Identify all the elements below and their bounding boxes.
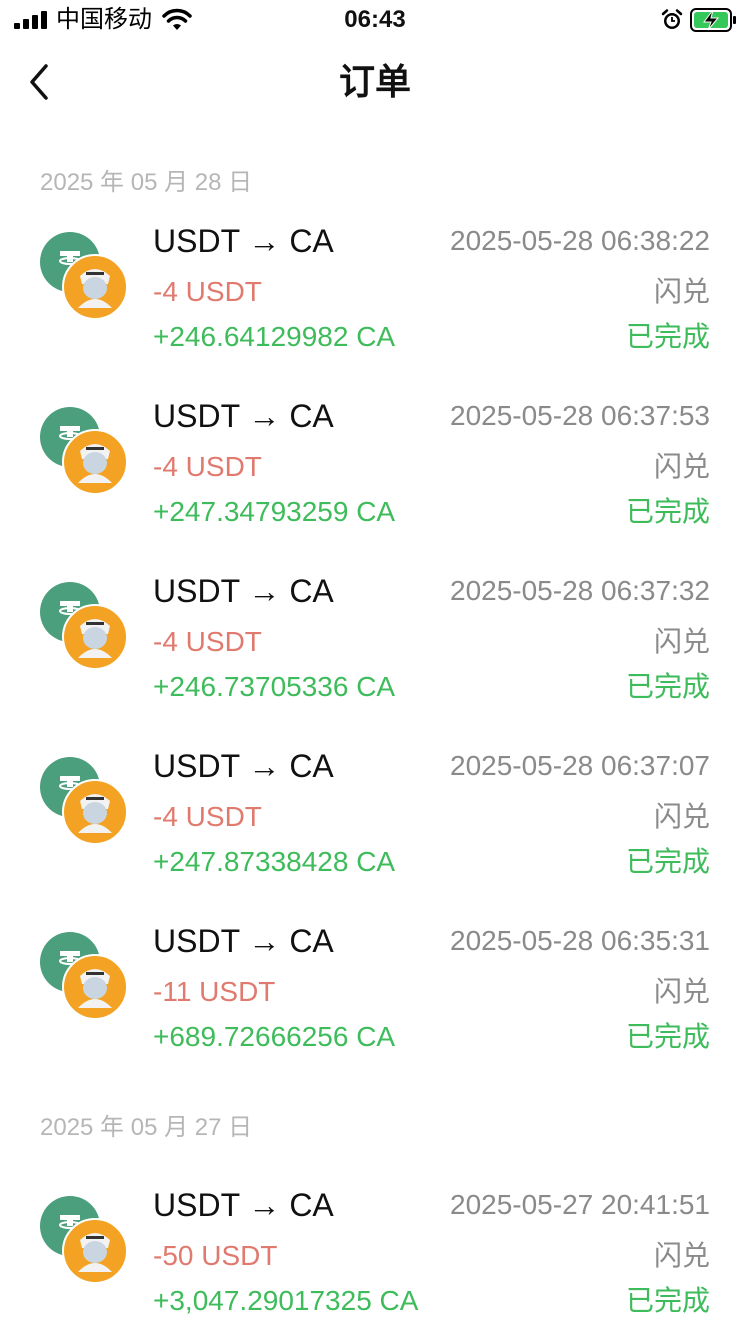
order-to-amount: +246.73705336 CA	[153, 671, 396, 702]
order-type: 闪兑	[653, 1240, 710, 1271]
ca-coin-icon	[62, 254, 128, 320]
order-row[interactable]: USDT → CA 2025-05-28 06:37:07 -4 USDT 闪兑…	[0, 747, 750, 887]
status-time: 06:43	[344, 6, 406, 33]
order-from-amount: -50 USDT	[153, 1240, 278, 1271]
order-type: 闪兑	[653, 976, 710, 1007]
date-group-header: 2025 年 05 月 27 日	[40, 1114, 253, 1141]
order-status: 已完成	[625, 1021, 710, 1052]
order-from-amount: -11 USDT	[153, 976, 276, 1007]
order-time: 2025-05-28 06:38:22	[450, 225, 710, 256]
order-status: 已完成	[625, 671, 710, 702]
ca-coin-icon	[62, 1218, 128, 1284]
order-from-amount: -4 USDT	[153, 276, 262, 307]
ca-coin-icon	[62, 429, 128, 495]
ca-coin-icon	[62, 779, 128, 845]
order-type: 闪兑	[653, 626, 710, 657]
order-row[interactable]: USDT → CA 2025-05-27 20:41:51 -50 USDT 闪…	[0, 1186, 750, 1326]
order-status: 已完成	[625, 1285, 710, 1316]
order-pair: USDT → CA	[153, 923, 334, 959]
ca-coin-icon	[62, 954, 128, 1020]
order-to-amount: +246.64129982 CA	[153, 321, 396, 352]
order-to-amount: +689.72666256 CA	[153, 1021, 396, 1052]
order-from-amount: -4 USDT	[153, 451, 262, 482]
order-status: 已完成	[625, 321, 710, 352]
battery-charging-icon	[690, 8, 736, 32]
order-status: 已完成	[625, 846, 710, 877]
alarm-icon	[661, 9, 683, 29]
order-pair: USDT → CA	[153, 223, 334, 259]
order-time: 2025-05-27 20:41:51	[450, 1189, 710, 1220]
date-group-header: 2025 年 05 月 28 日	[40, 169, 253, 196]
order-pair: USDT → CA	[153, 573, 334, 609]
order-time: 2025-05-28 06:37:07	[450, 750, 710, 781]
order-row[interactable]: USDT → CA 2025-05-28 06:35:31 -11 USDT 闪…	[0, 922, 750, 1062]
order-pair: USDT → CA	[153, 748, 334, 784]
ca-coin-icon	[62, 604, 128, 670]
order-from-amount: -4 USDT	[153, 626, 262, 657]
order-type: 闪兑	[653, 801, 710, 832]
order-from-amount: -4 USDT	[153, 801, 262, 832]
order-pair: USDT → CA	[153, 398, 334, 434]
order-type: 闪兑	[653, 276, 710, 307]
order-time: 2025-05-28 06:37:53	[450, 400, 710, 431]
order-time: 2025-05-28 06:37:32	[450, 575, 710, 606]
order-row[interactable]: USDT → CA 2025-05-28 06:37:32 -4 USDT 闪兑…	[0, 572, 750, 712]
status-bar: 中国移动 06:43	[0, 0, 750, 40]
order-to-amount: +247.87338428 CA	[153, 846, 396, 877]
order-to-amount: +3,047.29017325 CA	[153, 1285, 419, 1316]
nav-bar: 订单	[0, 40, 750, 128]
page-title: 订单	[338, 61, 411, 102]
order-row[interactable]: USDT → CA 2025-05-28 06:38:22 -4 USDT 闪兑…	[0, 222, 750, 362]
order-row[interactable]: USDT → CA 2025-05-28 06:37:53 -4 USDT 闪兑…	[0, 397, 750, 537]
order-time: 2025-05-28 06:35:31	[450, 925, 710, 956]
order-to-amount: +247.34793259 CA	[153, 496, 396, 527]
order-pair: USDT → CA	[153, 1187, 334, 1223]
order-type: 闪兑	[653, 451, 710, 482]
order-status: 已完成	[625, 496, 710, 527]
